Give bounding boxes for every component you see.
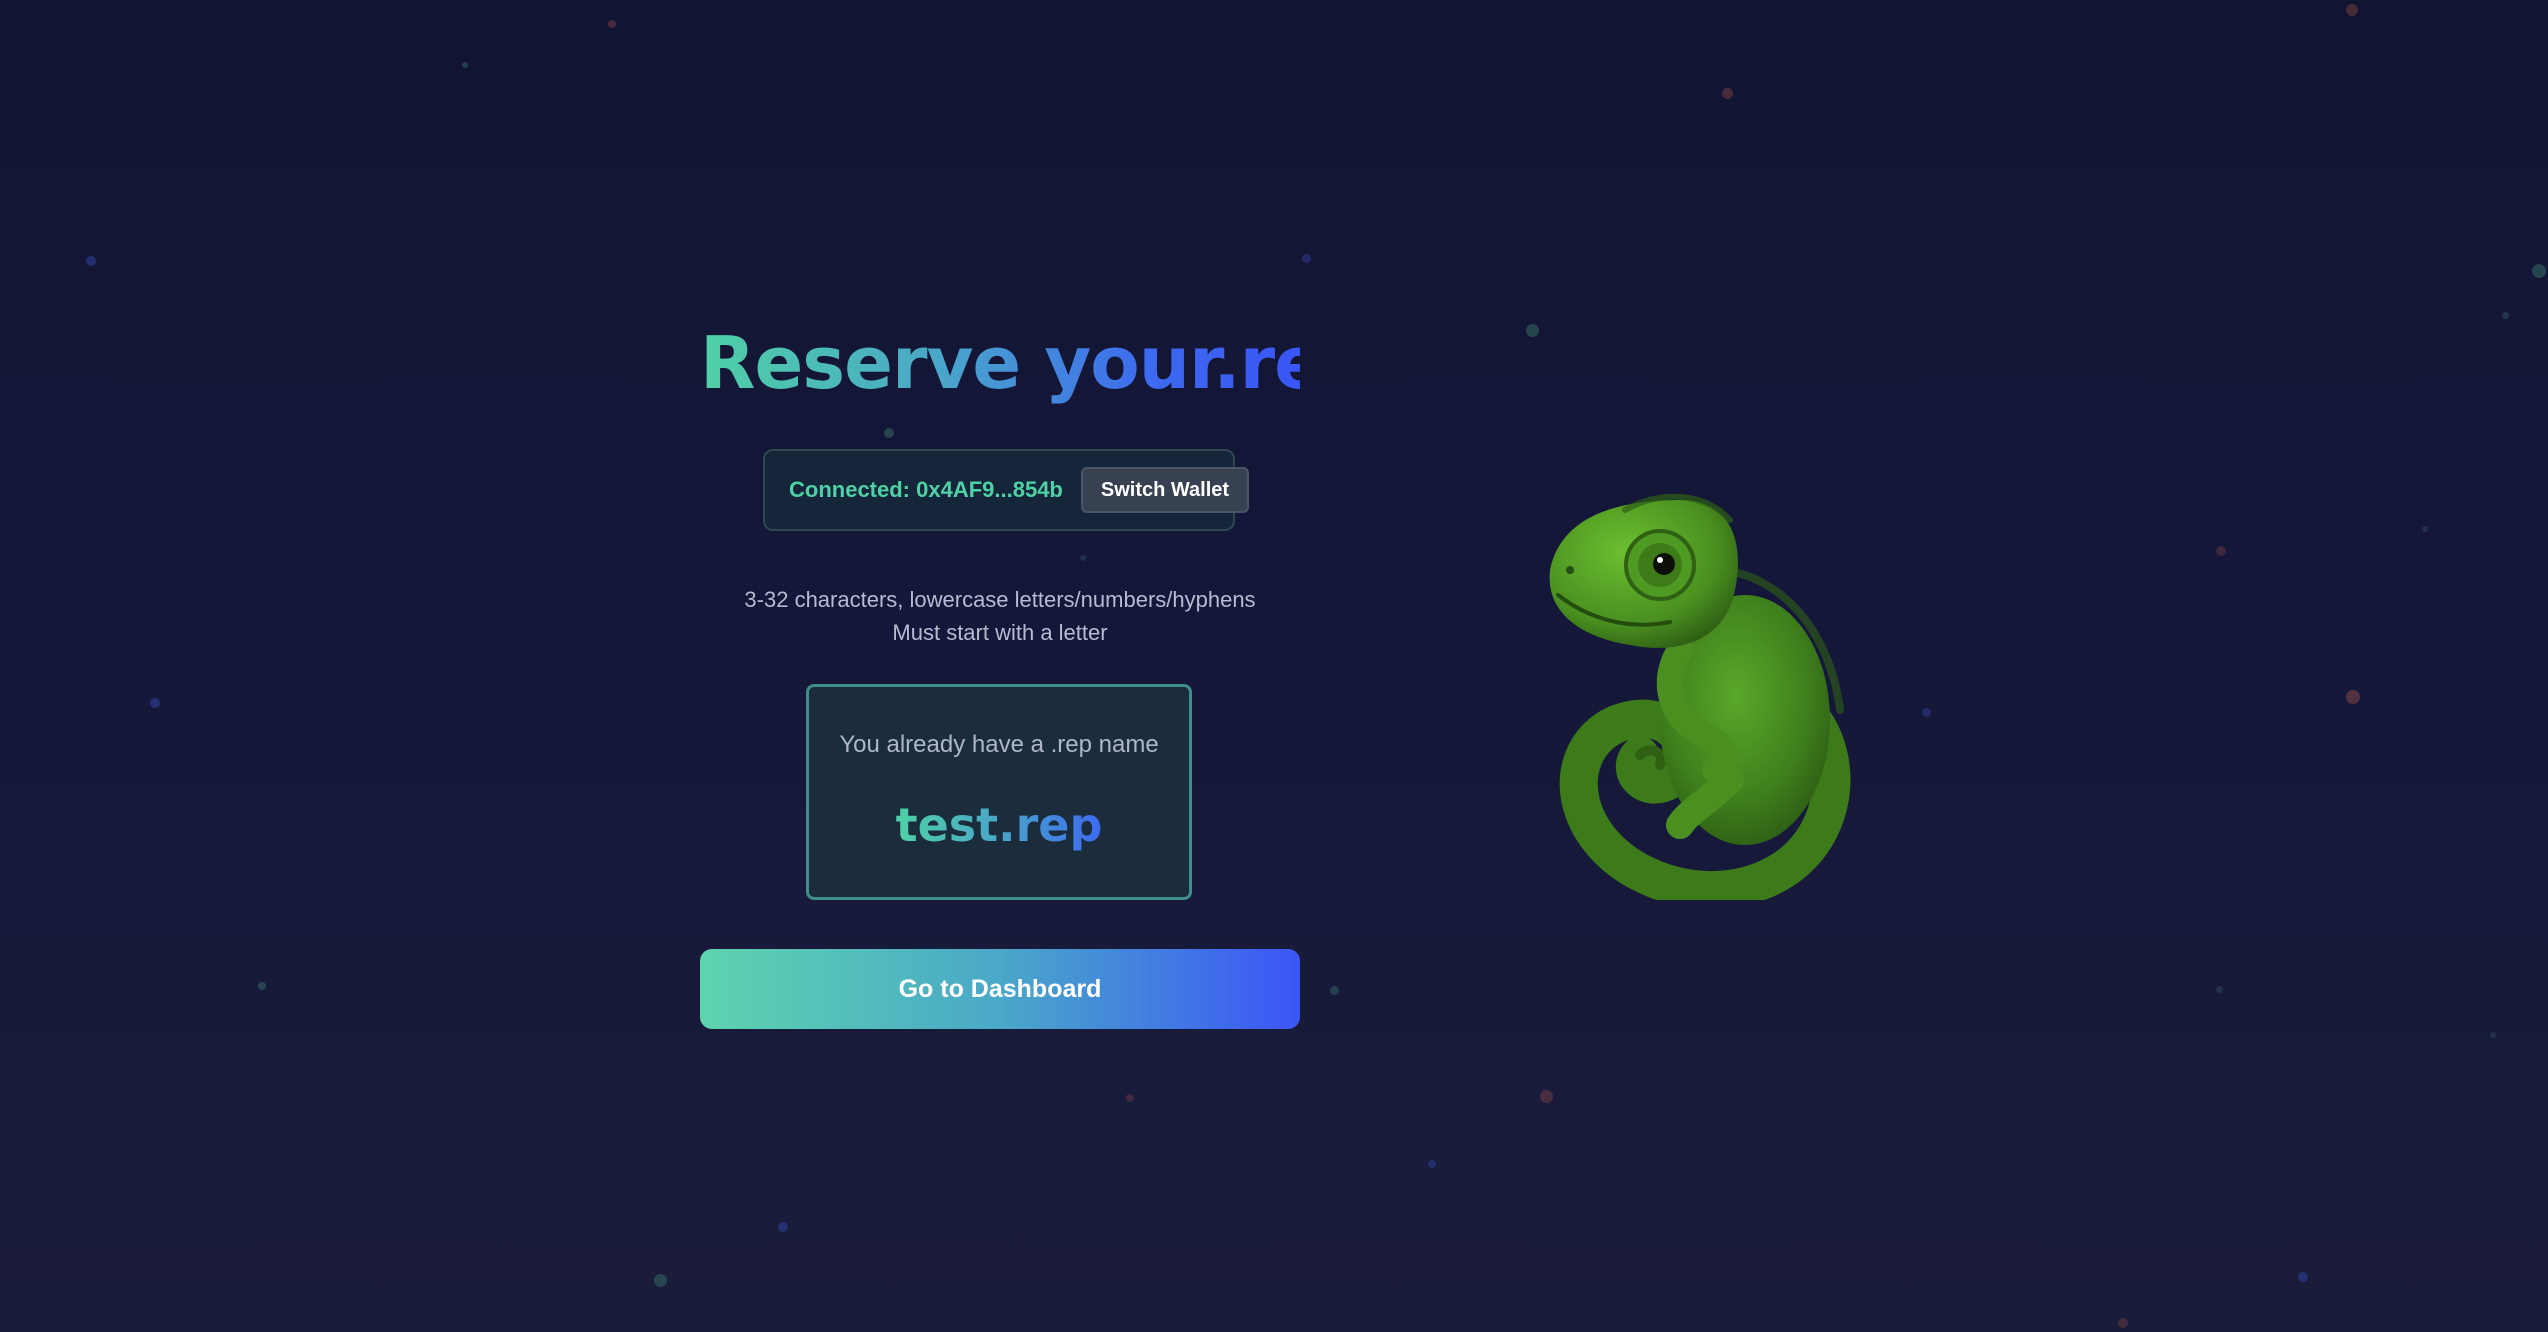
page-title: Reserve your.rep xyxy=(700,318,1300,408)
switch-wallet-button[interactable]: Switch Wallet xyxy=(1080,467,1250,513)
name-rules-line-2: Must start with a letter xyxy=(892,620,1108,645)
name-rules-line-1: 3-32 characters, lowercase letters/numbe… xyxy=(744,587,1256,612)
existing-name-card: You already have a .rep name test.rep xyxy=(806,684,1192,900)
existing-name-label: You already have a .rep name xyxy=(839,731,1159,758)
existing-name-value: test.rep xyxy=(809,797,1189,853)
go-to-dashboard-button[interactable]: Go to Dashboard xyxy=(700,949,1300,1029)
existing-name-text: test.rep xyxy=(895,798,1103,852)
wallet-connected-status: Connected: 0x4AF9...854b xyxy=(789,477,1063,502)
page-title-prefix: Reserve xyxy=(700,321,1045,405)
name-rules: 3-32 characters, lowercase letters/numbe… xyxy=(700,583,1300,649)
page-title-highlight: your.rep xyxy=(1044,321,1373,405)
chameleon-icon xyxy=(1530,480,1870,910)
wallet-status-bar: Connected: 0x4AF9...854b Switch Wallet xyxy=(763,449,1250,531)
background-particles xyxy=(0,0,2548,1332)
